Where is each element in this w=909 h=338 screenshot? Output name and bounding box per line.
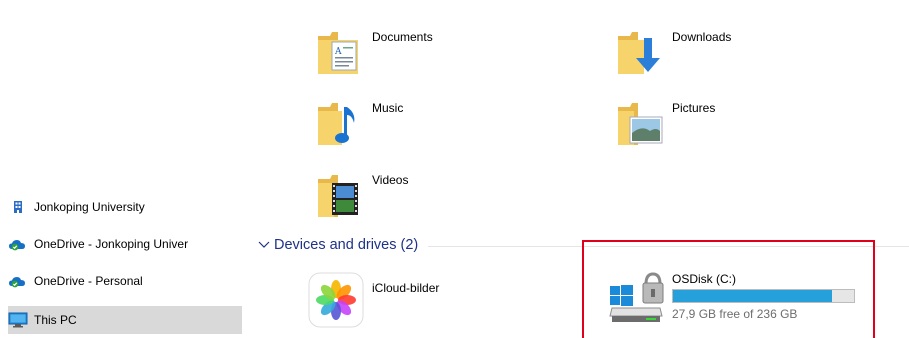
icloud-photos-icon (308, 272, 364, 328)
videos-folder-icon (316, 173, 364, 221)
sidebar-item-label: Jonkoping University (34, 200, 145, 214)
drive-free-space: 27,9 GB free of 236 GB (672, 307, 798, 321)
device-icloud-bilder[interactable]: iCloud-bilder (308, 272, 508, 332)
downloads-folder-icon (616, 30, 664, 78)
sidebar-item-label: This PC (34, 313, 77, 327)
onedrive-icon (8, 272, 28, 290)
pictures-folder-icon (616, 101, 664, 149)
folder-downloads[interactable]: Downloads (616, 30, 816, 86)
navigation-pane: Jonkoping University OneDrive - Jonkopin… (0, 0, 245, 338)
folder-music[interactable]: Music (316, 101, 516, 157)
folder-videos[interactable]: Videos (316, 173, 516, 229)
onedrive-business-icon (8, 235, 28, 253)
section-title: Devices and drives (2) (274, 237, 419, 253)
folder-label: Documents (372, 30, 433, 44)
folder-documents[interactable]: A Documents (316, 30, 516, 86)
documents-folder-icon: A (316, 30, 364, 78)
drive-label: OSDisk (C:) (672, 272, 736, 286)
svg-text:A: A (334, 47, 342, 57)
folder-label: Pictures (672, 101, 716, 115)
chevron-down-icon[interactable] (258, 241, 272, 249)
folder-label: Music (372, 101, 404, 115)
music-folder-icon (316, 101, 364, 149)
device-label: iCloud-bilder (372, 281, 440, 295)
drive-usage-bar (672, 289, 855, 303)
devices-and-drives-header[interactable]: Devices and drives (2) (258, 234, 909, 256)
sidebar-item-onedrive-personal[interactable]: OneDrive - Personal (8, 268, 242, 294)
sidebar-item-jonkoping-university[interactable]: Jonkoping University (8, 194, 242, 220)
sidebar-item-this-pc[interactable]: This PC (8, 306, 242, 334)
section-divider (428, 245, 909, 247)
folder-label: Videos (372, 173, 409, 187)
sidebar-item-onedrive-jonkoping[interactable]: OneDrive - Jonkoping Univer (8, 231, 242, 257)
folder-label: Downloads (672, 30, 732, 44)
building-icon (8, 198, 28, 216)
computer-icon (8, 311, 28, 329)
sidebar-item-label: OneDrive - Jonkoping Univer (34, 237, 189, 251)
system-drive-icon (606, 266, 666, 326)
folder-pictures[interactable]: Pictures (616, 101, 816, 157)
drive-usage-fill (673, 290, 833, 302)
sidebar-item-label: OneDrive - Personal (34, 274, 143, 288)
